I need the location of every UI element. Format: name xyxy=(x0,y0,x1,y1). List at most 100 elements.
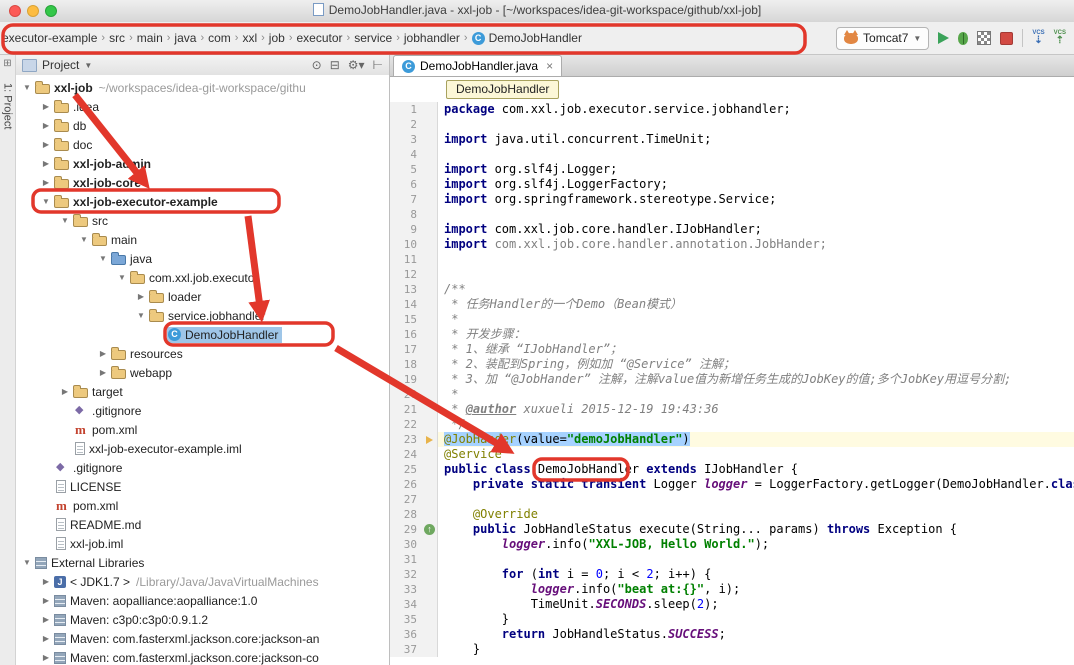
project-stripe-label[interactable]: 1: Project xyxy=(2,83,14,129)
code-line-text[interactable]: * xyxy=(438,312,1074,327)
code-line-text[interactable]: @Override xyxy=(438,507,1074,522)
collapsed-arrow-icon[interactable]: ▶ xyxy=(96,368,110,377)
code-line-text[interactable]: * @author xuxueli 2015-12-19 19:43:36 xyxy=(438,402,1074,417)
breadcrumb-item-main[interactable]: main xyxy=(137,31,163,45)
code-line-text[interactable]: public JobHandleStatus execute(String...… xyxy=(438,522,1074,537)
breadcrumb-item-executor-example[interactable]: executor-example xyxy=(2,31,97,45)
collapsed-arrow-icon[interactable]: ▶ xyxy=(39,159,53,168)
code-line-21[interactable]: 21 * @author xuxueli 2015-12-19 19:43:36 xyxy=(390,402,1074,417)
tree-item-doc[interactable]: ▶doc xyxy=(16,135,389,154)
structure-breadcrumb-chip[interactable]: DemoJobHandler xyxy=(446,80,559,99)
code-line-3[interactable]: 3import java.util.concurrent.TimeUnit; xyxy=(390,132,1074,147)
tree-item-xxl-job-admin[interactable]: ▶xxl-job-admin xyxy=(16,154,389,173)
breadcrumb-item-executor[interactable]: executor xyxy=(296,31,342,45)
tree-item-pom-xml[interactable]: pom.xml xyxy=(16,420,389,439)
code-line-36[interactable]: 36 return JobHandleStatus.SUCCESS; xyxy=(390,627,1074,642)
breadcrumb-item-jobhandler[interactable]: jobhandler xyxy=(404,31,460,45)
collapsed-arrow-icon[interactable]: ▶ xyxy=(39,178,53,187)
code-line-27[interactable]: 27 xyxy=(390,492,1074,507)
code-line-text[interactable]: package com.xxl.job.executor.service.job… xyxy=(438,102,1074,117)
code-line-text[interactable]: * xyxy=(438,387,1074,402)
tree-item-maven-com-fasterxml-jackson-core-jackson-an[interactable]: ▶Maven: com.fasterxml.jackson.core:jacks… xyxy=(16,629,389,648)
code-line-text[interactable]: * 开发步骤： xyxy=(438,327,1074,342)
code-line-text[interactable]: /** xyxy=(438,282,1074,297)
stop-button[interactable] xyxy=(1000,32,1013,45)
code-line-text[interactable] xyxy=(438,117,1074,132)
run-button[interactable] xyxy=(938,32,949,44)
collapse-all-icon[interactable]: ⊟ xyxy=(330,58,340,72)
settings-gear-icon[interactable]: ⚙▾ xyxy=(348,58,365,72)
vcs-update-button[interactable]: VCS⇣ xyxy=(1032,30,1044,46)
code-line-8[interactable]: 8 xyxy=(390,207,1074,222)
code-line-text[interactable]: import com.xxl.job.core.handler.annotati… xyxy=(438,237,1074,252)
collapsed-arrow-icon[interactable]: ▶ xyxy=(134,292,148,301)
editor-tab[interactable]: C DemoJobHandler.java × xyxy=(393,55,562,76)
code-line-35[interactable]: 35 } xyxy=(390,612,1074,627)
breadcrumb-item-demojobhandler[interactable]: CDemoJobHandler xyxy=(472,31,582,45)
collapsed-arrow-icon[interactable]: ▶ xyxy=(39,653,53,662)
expanded-arrow-icon[interactable]: ▼ xyxy=(77,235,91,244)
code-line-33[interactable]: 33 logger.info("beat at:{}", i); xyxy=(390,582,1074,597)
tree-item-jdk1-7[interactable]: ▶< JDK1.7 >/Library/Java/JavaVirtualMach… xyxy=(16,572,389,591)
tree-item-gitignore[interactable]: .gitignore xyxy=(16,458,389,477)
tree-item-com-xxl-job-executor[interactable]: ▼com.xxl.job.executor xyxy=(16,268,389,287)
collapsed-arrow-icon[interactable]: ▶ xyxy=(39,121,53,130)
collapsed-arrow-icon[interactable]: ▶ xyxy=(39,102,53,111)
breadcrumb-item-src[interactable]: src xyxy=(109,31,125,45)
code-line-text[interactable] xyxy=(438,492,1074,507)
scroll-from-source-icon[interactable]: ⊙ xyxy=(312,58,322,72)
code-line-4[interactable]: 4 xyxy=(390,147,1074,162)
tree-item-maven-c3p0-c3p0-0-9-1-2[interactable]: ▶Maven: c3p0:c3p0:0.9.1.2 xyxy=(16,610,389,629)
code-line-15[interactable]: 15 * xyxy=(390,312,1074,327)
collapsed-arrow-icon[interactable]: ▶ xyxy=(58,387,72,396)
expanded-arrow-icon[interactable]: ▼ xyxy=(96,254,110,263)
code-line-text[interactable]: logger.info("XXL-JOB, Hello World."); xyxy=(438,537,1074,552)
code-line-20[interactable]: 20 * xyxy=(390,387,1074,402)
tree-item-external-libraries[interactable]: ▼External Libraries xyxy=(16,553,389,572)
code-line-26[interactable]: 26 private static transient Logger logge… xyxy=(390,477,1074,492)
code-line-text[interactable]: return JobHandleStatus.SUCCESS; xyxy=(438,627,1074,642)
code-line-text[interactable] xyxy=(438,552,1074,567)
breadcrumb-item-xxl[interactable]: xxl xyxy=(242,31,257,45)
tree-item-xxl-job-core[interactable]: ▶xxl-job-core xyxy=(16,173,389,192)
tree-item-src[interactable]: ▼src xyxy=(16,211,389,230)
code-line-13[interactable]: 13/** xyxy=(390,282,1074,297)
collapsed-arrow-icon[interactable]: ▶ xyxy=(39,615,53,624)
expanded-arrow-icon[interactable]: ▼ xyxy=(115,273,129,282)
tree-item-xxl-job-executor-example[interactable]: ▼xxl-job-executor-example xyxy=(16,192,389,211)
code-area[interactable]: 1package com.xxl.job.executor.service.jo… xyxy=(390,102,1074,665)
run-config-select[interactable]: Tomcat7 ▼ xyxy=(836,27,929,50)
code-line-5[interactable]: 5import org.slf4j.Logger; xyxy=(390,162,1074,177)
code-line-23[interactable]: 23@JobHander(value="demoJobHandler") xyxy=(390,432,1074,447)
code-line-text[interactable]: public class DemoJobHandler extends IJob… xyxy=(438,462,1074,477)
collapsed-arrow-icon[interactable]: ▶ xyxy=(39,577,53,586)
code-line-text[interactable]: } xyxy=(438,612,1074,627)
code-line-18[interactable]: 18 * 2、装配到Spring，例如加 “@Service” 注解； xyxy=(390,357,1074,372)
tree-item-maven-aopalliance-aopalliance-1-0[interactable]: ▶Maven: aopalliance:aopalliance:1.0 xyxy=(16,591,389,610)
expanded-arrow-icon[interactable]: ▼ xyxy=(58,216,72,225)
code-line-17[interactable]: 17 * 1、继承 “IJobHandler”； xyxy=(390,342,1074,357)
breadcrumb-item-com[interactable]: com xyxy=(208,31,231,45)
code-line-text[interactable]: for (int i = 0; i < 2; i++) { xyxy=(438,567,1074,582)
code-line-text[interactable]: import java.util.concurrent.TimeUnit; xyxy=(438,132,1074,147)
tree-item-maven-com-fasterxml-jackson-core-jackson-co[interactable]: ▶Maven: com.fasterxml.jackson.core:jacks… xyxy=(16,648,389,665)
tree-item-target[interactable]: ▶target xyxy=(16,382,389,401)
tree-item-readme-md[interactable]: README.md xyxy=(16,515,389,534)
coverage-button[interactable] xyxy=(977,31,991,45)
code-line-text[interactable] xyxy=(438,147,1074,162)
code-line-text[interactable]: private static transient Logger logger =… xyxy=(438,477,1074,492)
collapsed-arrow-icon[interactable]: ▶ xyxy=(39,140,53,149)
code-line-text[interactable]: @Service xyxy=(438,447,1074,462)
code-line-text[interactable]: import org.slf4j.Logger; xyxy=(438,162,1074,177)
code-line-text[interactable]: */ xyxy=(438,417,1074,432)
code-line-11[interactable]: 11 xyxy=(390,252,1074,267)
breadcrumb-item-job[interactable]: job xyxy=(269,31,285,45)
code-line-6[interactable]: 6import org.slf4j.LoggerFactory; xyxy=(390,177,1074,192)
tree-item-gitignore[interactable]: .gitignore xyxy=(16,401,389,420)
code-line-1[interactable]: 1package com.xxl.job.executor.service.jo… xyxy=(390,102,1074,117)
code-line-text[interactable]: import com.xxl.job.core.handler.IJobHand… xyxy=(438,222,1074,237)
expanded-arrow-icon[interactable]: ▼ xyxy=(134,311,148,320)
collapsed-arrow-icon[interactable]: ▶ xyxy=(96,349,110,358)
code-line-31[interactable]: 31 xyxy=(390,552,1074,567)
code-line-text[interactable]: * 2、装配到Spring，例如加 “@Service” 注解； xyxy=(438,357,1074,372)
